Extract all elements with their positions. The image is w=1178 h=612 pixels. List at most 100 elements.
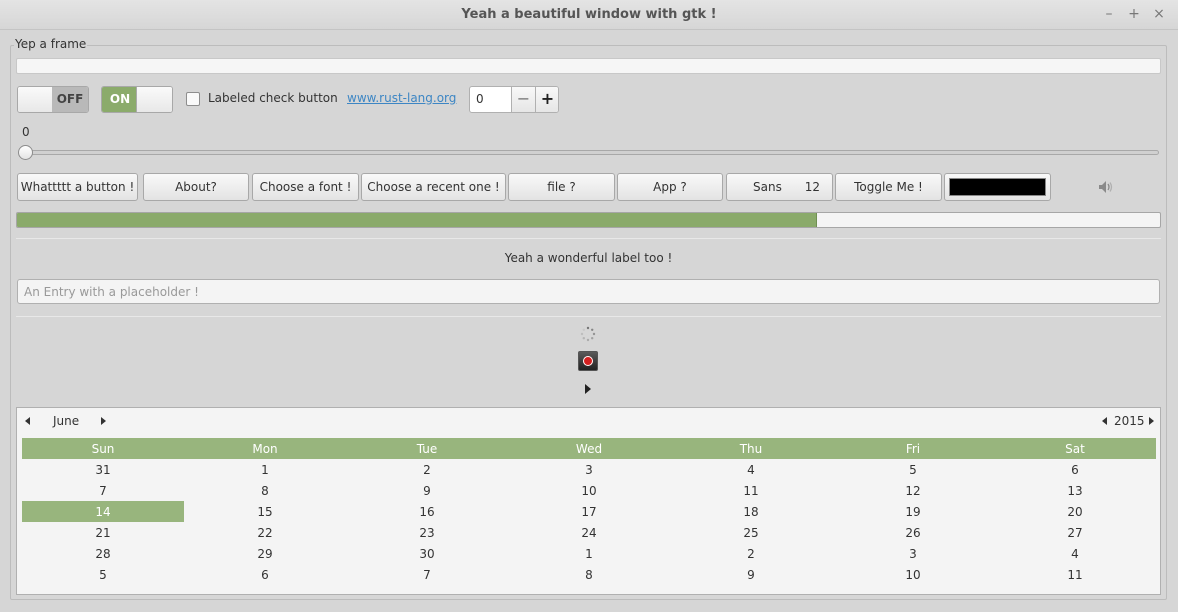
- calendar-day[interactable]: 27: [994, 522, 1156, 543]
- font-name: Sans: [753, 180, 782, 194]
- weekday-label: Sun: [22, 438, 184, 459]
- calendar-day[interactable]: 31: [22, 459, 184, 480]
- switch-on-label: ON: [102, 87, 138, 112]
- scale-handle[interactable]: [18, 145, 33, 160]
- calendar-day[interactable]: 15: [184, 501, 346, 522]
- font-button[interactable]: Sans 12: [726, 173, 833, 201]
- calendar-day[interactable]: 9: [346, 480, 508, 501]
- speaker-icon[interactable]: [1097, 178, 1115, 196]
- calendar-day[interactable]: 30: [346, 543, 508, 564]
- calendar-week-row: 28 29 30 1 2 3 4: [22, 543, 1156, 564]
- spin-decrement-button[interactable]: −: [511, 87, 535, 112]
- calendar-day[interactable]: 4: [994, 543, 1156, 564]
- file-button[interactable]: file ?: [508, 173, 615, 201]
- calendar-day[interactable]: 1: [184, 459, 346, 480]
- calendar-day[interactable]: 5: [832, 459, 994, 480]
- calendar-day[interactable]: 28: [22, 543, 184, 564]
- calendar-day[interactable]: 11: [670, 480, 832, 501]
- prev-month-icon[interactable]: [25, 417, 30, 425]
- progress-fill: [17, 213, 818, 227]
- progress-bar: [16, 212, 1161, 228]
- calendar-week-row: 5 6 7 8 9 10 11: [22, 564, 1156, 585]
- calendar-day[interactable]: 21: [22, 522, 184, 543]
- maximize-button[interactable]: +: [1124, 4, 1144, 24]
- calendar-day[interactable]: 13: [994, 480, 1156, 501]
- calendar-grid: Sun Mon Tue Wed Thu Fri Sat 31 1 2 3 4 5 6 7 8 9 1…: [22, 438, 1156, 585]
- title-bar: Yeah a beautiful window with gtk ! – + ×: [0, 0, 1178, 30]
- record-icon-button[interactable]: [578, 351, 598, 371]
- placeholder-entry[interactable]: [17, 279, 1160, 304]
- calendar-day[interactable]: 25: [670, 522, 832, 543]
- calendar-day[interactable]: 22: [184, 522, 346, 543]
- spin-value[interactable]: 0: [470, 87, 511, 112]
- weekday-label: Tue: [346, 438, 508, 459]
- calendar-day[interactable]: 7: [22, 480, 184, 501]
- calendar-day[interactable]: 2: [346, 459, 508, 480]
- calendar-day[interactable]: 2: [670, 543, 832, 564]
- calendar-day[interactable]: 26: [832, 522, 994, 543]
- calendar-day[interactable]: 23: [346, 522, 508, 543]
- scale-value: 0: [22, 125, 30, 139]
- minimize-button[interactable]: –: [1099, 4, 1119, 24]
- calendar-day[interactable]: 24: [508, 522, 670, 543]
- calendar-day[interactable]: 18: [670, 501, 832, 522]
- window-title: Yeah a beautiful window with gtk !: [461, 7, 717, 22]
- calendar-day[interactable]: 3: [832, 543, 994, 564]
- calendar-week-row: 21 22 23 24 25 26 27: [22, 522, 1156, 543]
- calendar-day[interactable]: 1: [508, 543, 670, 564]
- next-month-icon[interactable]: [101, 417, 106, 425]
- calendar-day[interactable]: 14: [22, 501, 184, 522]
- calendar-day[interactable]: 16: [346, 501, 508, 522]
- calendar-day[interactable]: 29: [184, 543, 346, 564]
- choose-font-button[interactable]: Choose a font !: [252, 173, 359, 201]
- prev-year-icon[interactable]: [1102, 417, 1107, 425]
- calendar-day[interactable]: 8: [508, 564, 670, 585]
- weekday-header-row: Sun Mon Tue Wed Thu Fri Sat: [22, 438, 1156, 459]
- spinner-icon: [580, 326, 596, 342]
- about-button[interactable]: About?: [143, 173, 249, 201]
- toggle-button[interactable]: Toggle Me !: [835, 173, 942, 201]
- calendar-day[interactable]: 10: [832, 564, 994, 585]
- spin-button[interactable]: 0 − +: [469, 86, 559, 113]
- font-size: 12: [804, 180, 820, 194]
- weekday-label: Wed: [508, 438, 670, 459]
- calendar-day[interactable]: 8: [184, 480, 346, 501]
- next-year-icon[interactable]: [1149, 417, 1154, 425]
- calendar-day[interactable]: 19: [832, 501, 994, 522]
- switch-on[interactable]: ON: [101, 86, 173, 113]
- color-button[interactable]: [944, 173, 1051, 201]
- scale-track[interactable]: [24, 150, 1159, 155]
- app-button[interactable]: App ?: [617, 173, 723, 201]
- calendar-day[interactable]: 6: [994, 459, 1156, 480]
- calendar-day[interactable]: 10: [508, 480, 670, 501]
- switch-off-label: OFF: [52, 87, 88, 112]
- weekday-label: Mon: [184, 438, 346, 459]
- calendar-week-row: 14 15 16 17 18 19 20: [22, 501, 1156, 522]
- calendar-day[interactable]: 5: [22, 564, 184, 585]
- calendar-day[interactable]: 11: [994, 564, 1156, 585]
- switch-off[interactable]: OFF: [17, 86, 89, 113]
- weekday-label: Sat: [994, 438, 1156, 459]
- calendar-day[interactable]: 20: [994, 501, 1156, 522]
- calendar-day[interactable]: 9: [670, 564, 832, 585]
- empty-entry[interactable]: [16, 58, 1161, 74]
- whattttt-button[interactable]: Whattttt a button !: [17, 173, 138, 201]
- calendar-day[interactable]: 17: [508, 501, 670, 522]
- link-button[interactable]: www.rust-lang.org: [347, 91, 456, 105]
- expander-arrow-icon[interactable]: [585, 384, 591, 394]
- calendar-day[interactable]: 4: [670, 459, 832, 480]
- calendar-month: June: [53, 414, 80, 428]
- close-button[interactable]: ×: [1149, 4, 1169, 24]
- calendar-day[interactable]: 3: [508, 459, 670, 480]
- wonderful-label: Yeah a wonderful label too !: [504, 251, 673, 265]
- calendar-day[interactable]: 12: [832, 480, 994, 501]
- checkbox-label[interactable]: Labeled check button: [208, 91, 338, 105]
- calendar-day[interactable]: 7: [346, 564, 508, 585]
- spin-increment-button[interactable]: +: [535, 87, 558, 112]
- calendar-week-row: 7 8 9 10 11 12 13: [22, 480, 1156, 501]
- switch-knob: [18, 87, 54, 112]
- choose-recent-button[interactable]: Choose a recent one !: [361, 173, 506, 201]
- calendar-day[interactable]: 6: [184, 564, 346, 585]
- color-swatch: [949, 178, 1046, 196]
- checkbox[interactable]: [186, 92, 200, 106]
